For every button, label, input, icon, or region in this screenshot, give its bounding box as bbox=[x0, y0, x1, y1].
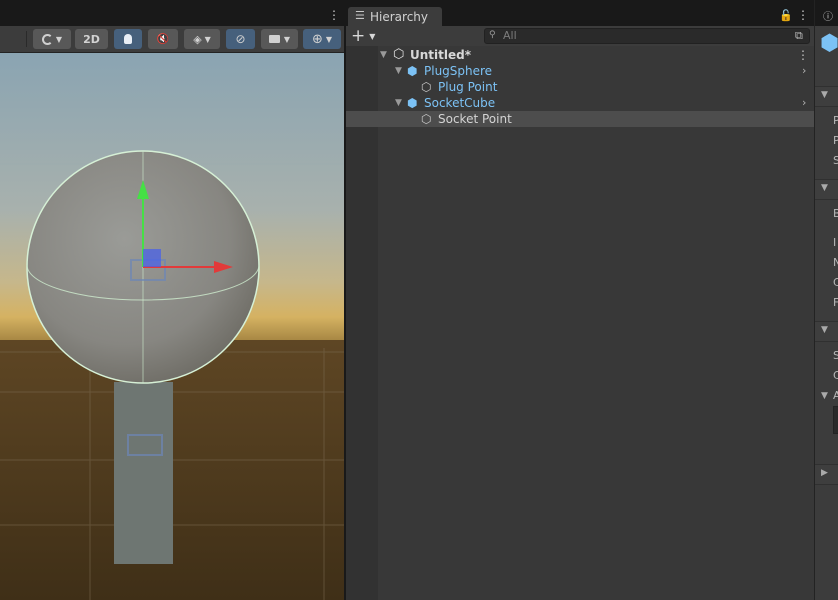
tree-row-scene[interactable]: ▼ ⬡ Untitled* ⋮ bbox=[346, 47, 814, 63]
search-icon: ⚲ bbox=[489, 30, 496, 40]
hierarchy-search-input[interactable] bbox=[484, 28, 810, 44]
gameobject-cube-icon: ⬡ bbox=[421, 80, 432, 94]
scene-camera-dropdown[interactable]: ▼ bbox=[261, 29, 298, 49]
lock-icon[interactable]: 🔓 bbox=[779, 9, 793, 22]
inspector-field-label: C bbox=[833, 276, 838, 289]
inspector-field-label: P bbox=[833, 134, 838, 147]
inspector-section-header[interactable]: ▼ bbox=[815, 86, 838, 107]
prefab-cube-icon: ⬢ bbox=[407, 64, 418, 78]
inspector-section-header[interactable]: ▶ bbox=[815, 464, 838, 485]
object-name: Plug Point bbox=[438, 80, 498, 94]
layers-effects-icon: ◈ bbox=[193, 32, 202, 46]
tree-row-socket-point[interactable]: ⬡ Socket Point bbox=[346, 111, 814, 127]
mode-2d-label: 2D bbox=[83, 32, 100, 46]
inspector-field-label: B bbox=[833, 207, 838, 220]
audio-muted-icon: 🔇 bbox=[156, 33, 170, 45]
tree-row-socketcube[interactable]: ▼ ⬢ SocketCube › bbox=[346, 95, 814, 111]
scene-view[interactable] bbox=[0, 0, 344, 600]
expand-arrow-icon[interactable]: ▼ bbox=[395, 63, 402, 79]
inspector-list-field[interactable] bbox=[833, 406, 838, 434]
scene-name: Untitled* bbox=[410, 48, 471, 62]
inspector-section-header[interactable]: ▼ bbox=[815, 321, 838, 342]
chevron-down-icon: ▼ bbox=[369, 31, 376, 41]
chevron-right-icon[interactable]: › bbox=[802, 63, 806, 79]
info-icon[interactable]: ⓘ bbox=[823, 8, 833, 23]
inspector-field-label: F bbox=[833, 296, 838, 309]
scene-viewport[interactable] bbox=[0, 52, 344, 600]
expand-arrow-icon[interactable]: ▼ bbox=[380, 47, 387, 63]
inspector-tab-bar: ⓘ bbox=[815, 0, 838, 26]
object-name: Socket Point bbox=[438, 112, 512, 126]
inspector-field-label: A bbox=[833, 389, 838, 402]
prefab-cube-icon: ⬢ bbox=[820, 31, 838, 56]
lightbulb-icon bbox=[124, 34, 132, 44]
hierarchy-more-icon[interactable]: ⋮ bbox=[797, 8, 809, 22]
expand-arrow-icon[interactable]: ▼ bbox=[395, 95, 402, 111]
inspector-field-label: N bbox=[833, 256, 838, 269]
inspector-field-label: I bbox=[833, 236, 837, 249]
camera-icon bbox=[268, 35, 280, 43]
hierarchy-gutter bbox=[346, 46, 378, 600]
inspector-field-label: S bbox=[833, 154, 838, 167]
tree-row-plug-point[interactable]: ⬡ Plug Point bbox=[346, 79, 814, 95]
scene-tab-bar: ⋮ bbox=[0, 0, 344, 26]
gameobject-cube-icon: ⬡ bbox=[421, 112, 432, 126]
lighting-toggle[interactable] bbox=[114, 29, 142, 49]
unity-scene-icon: ⬡ bbox=[393, 47, 405, 62]
hierarchy-list-icon: ☰ bbox=[355, 9, 365, 22]
create-dropdown-button[interactable]: + ▼ bbox=[351, 27, 375, 45]
inspector-field-label: C bbox=[833, 369, 838, 382]
chevron-down-icon: ▼ bbox=[204, 34, 211, 44]
hierarchy-tab-label: Hierarchy bbox=[370, 10, 429, 24]
object-name: PlugSphere bbox=[424, 64, 493, 78]
foldout-arrow-icon[interactable]: ▼ bbox=[821, 391, 828, 401]
gizmos-dropdown[interactable]: ⊕ ▼ bbox=[303, 29, 341, 49]
inspector-section-header[interactable]: ▼ bbox=[815, 179, 838, 200]
audio-toggle[interactable]: 🔇 bbox=[148, 29, 178, 49]
scene-more-icon[interactable]: ⋮ bbox=[797, 47, 809, 63]
effects-dropdown[interactable]: ◈ ▼ bbox=[184, 29, 220, 49]
search-placeholder: All bbox=[503, 29, 517, 42]
inspector-field-label: S bbox=[833, 349, 838, 362]
shading-mode-dropdown[interactable]: ▼ bbox=[33, 29, 71, 49]
add-icon: + bbox=[351, 25, 366, 46]
chevron-right-icon[interactable]: › bbox=[802, 95, 806, 111]
tree-row-plugsphere[interactable]: ▼ ⬢ PlugSphere › bbox=[346, 63, 814, 79]
search-filter-icon[interactable]: ⧉ bbox=[795, 29, 803, 43]
chevron-down-icon: ▼ bbox=[325, 34, 333, 44]
chevron-down-icon: ▼ bbox=[283, 34, 291, 44]
object-name: SocketCube bbox=[424, 96, 496, 110]
mode-2d-toggle[interactable]: 2D bbox=[75, 29, 108, 49]
hierarchy-tree bbox=[346, 46, 814, 600]
socket-cube-mesh[interactable] bbox=[114, 382, 173, 564]
prefab-cube-icon: ⬢ bbox=[407, 96, 418, 110]
shading-sphere-icon bbox=[41, 33, 53, 45]
globe-gizmo-icon: ⊕ bbox=[311, 31, 323, 47]
eye-hidden-icon: ⊘ bbox=[235, 32, 246, 46]
inspector-field-label: P bbox=[833, 114, 838, 127]
scene-more-icon[interactable]: ⋮ bbox=[328, 9, 340, 21]
scene-visibility-toggle[interactable]: ⊘ bbox=[226, 29, 255, 49]
chevron-down-icon: ▼ bbox=[55, 34, 63, 44]
